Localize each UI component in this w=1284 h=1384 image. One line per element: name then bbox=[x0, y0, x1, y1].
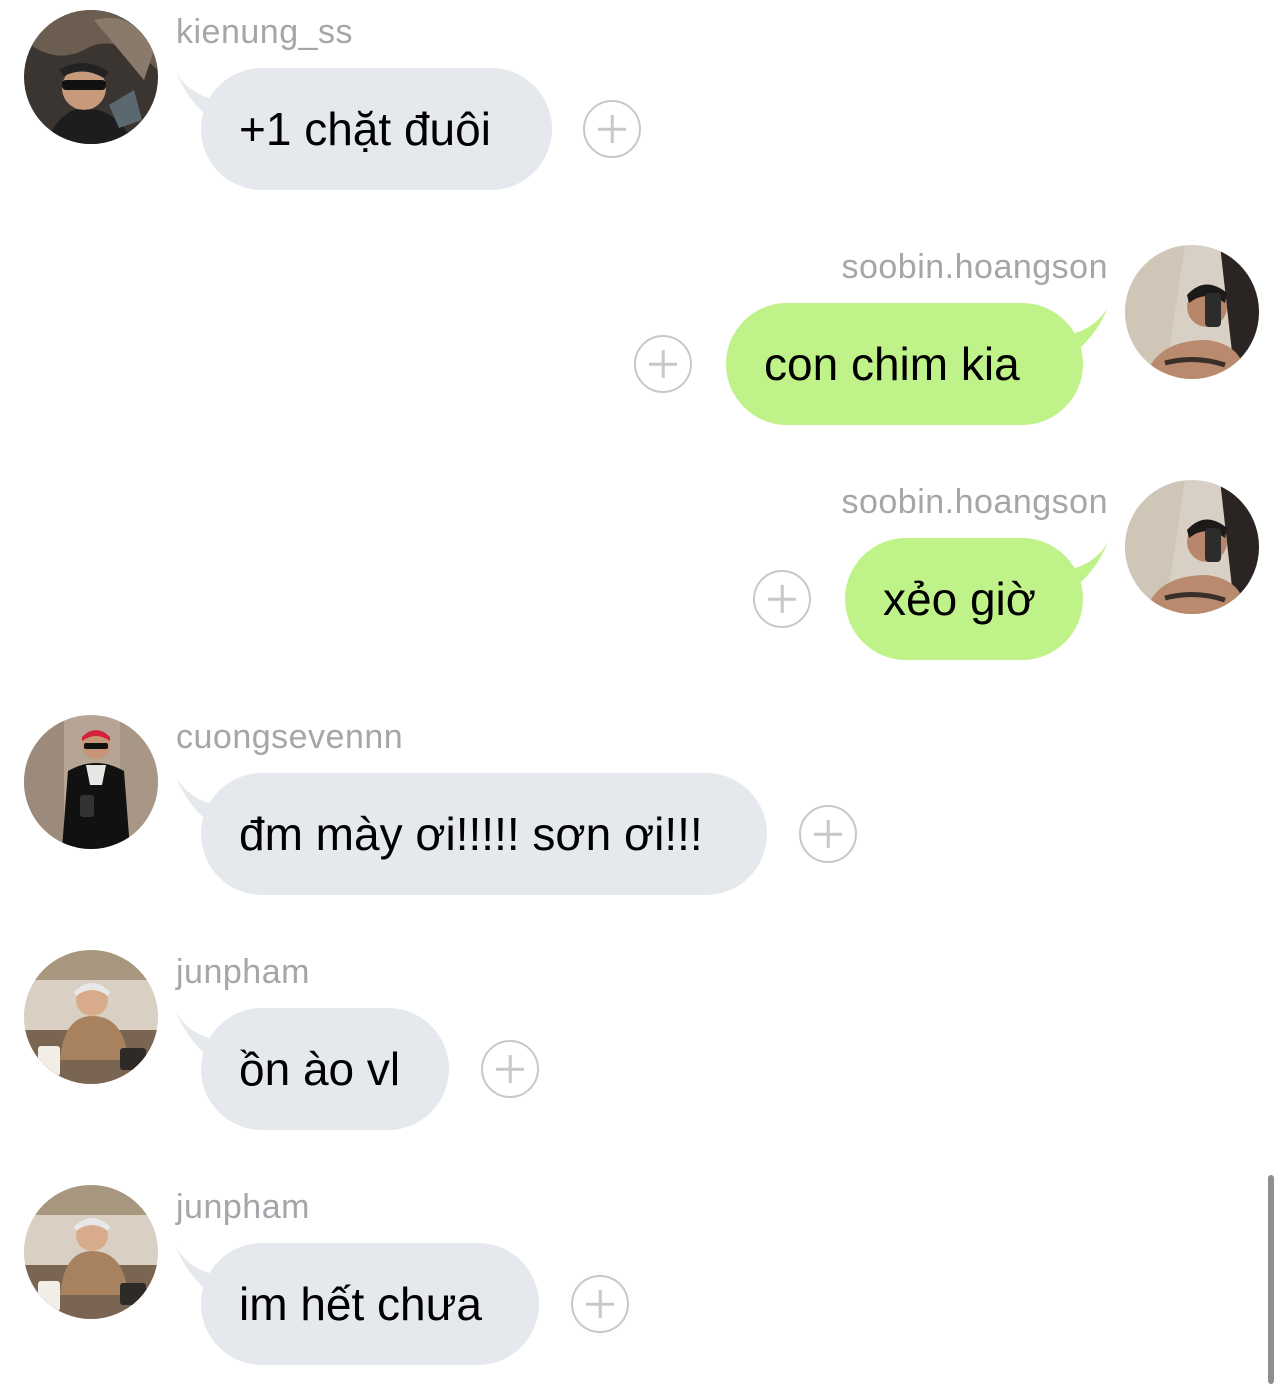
message-bubble[interactable]: ồn ào vl bbox=[201, 1008, 449, 1130]
message-text: +1 chặt đuôi bbox=[239, 103, 491, 155]
add-reaction-icon[interactable] bbox=[481, 1040, 539, 1098]
username-label: soobin.hoangson bbox=[841, 483, 1108, 521]
message-bubble[interactable]: im hết chưa bbox=[201, 1243, 539, 1365]
message-text: con chim kia bbox=[764, 338, 1020, 390]
avatar-junpham[interactable] bbox=[24, 1185, 158, 1319]
username-label: cuongsevennn bbox=[176, 718, 404, 756]
username-label: junpham bbox=[176, 1188, 310, 1226]
username-label: kienung_ss bbox=[176, 13, 354, 51]
avatar-kienung-ss[interactable] bbox=[24, 10, 158, 144]
message-text: xẻo giờ bbox=[883, 573, 1036, 625]
add-reaction-icon[interactable] bbox=[571, 1275, 629, 1333]
scrollbar[interactable] bbox=[1268, 1175, 1274, 1384]
message-bubble[interactable]: đm mày ơi!!!!! sơn ơi!!! bbox=[201, 773, 767, 895]
message-bubble[interactable]: xẻo giờ bbox=[845, 538, 1083, 660]
avatar-soobin-hoangson[interactable] bbox=[1125, 480, 1259, 614]
message-text: im hết chưa bbox=[239, 1278, 483, 1330]
message-bubble[interactable]: +1 chặt đuôi bbox=[201, 68, 552, 190]
add-reaction-icon[interactable] bbox=[753, 570, 811, 628]
message-bubble[interactable]: con chim kia bbox=[726, 303, 1083, 425]
add-reaction-icon[interactable] bbox=[799, 805, 857, 863]
avatar-junpham[interactable] bbox=[24, 950, 158, 1084]
username-label: junpham bbox=[176, 953, 310, 991]
username-label: soobin.hoangson bbox=[841, 248, 1108, 286]
add-reaction-icon[interactable] bbox=[634, 335, 692, 393]
avatar-soobin-hoangson[interactable] bbox=[1125, 245, 1259, 379]
message-text: ồn ào vl bbox=[239, 1043, 401, 1095]
add-reaction-icon[interactable] bbox=[583, 100, 641, 158]
avatar-cuongsevennn[interactable] bbox=[24, 715, 158, 849]
message-text: đm mày ơi!!!!! sơn ơi!!! bbox=[239, 808, 703, 860]
